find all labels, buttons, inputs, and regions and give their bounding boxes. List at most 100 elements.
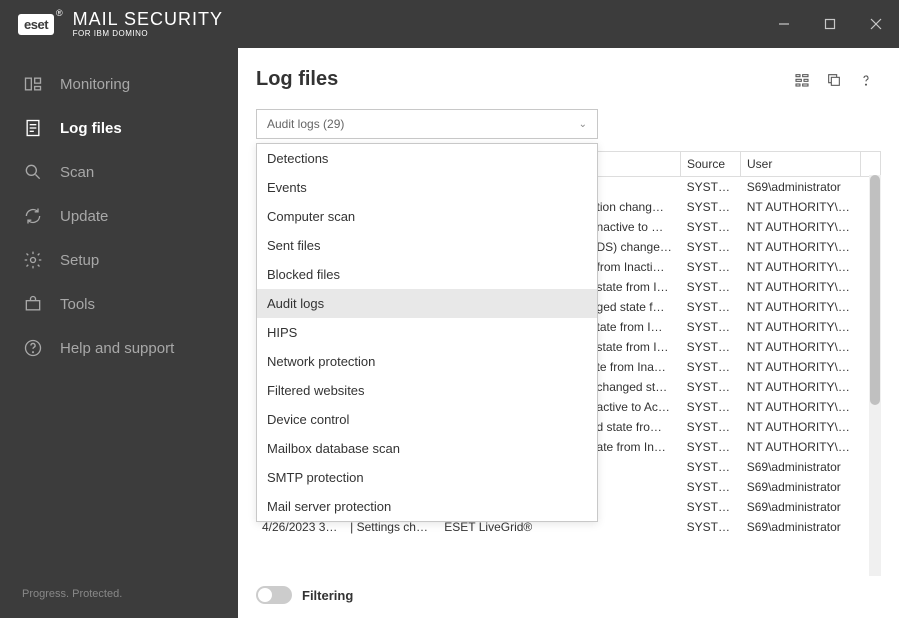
product-title: MAIL SECURITY FOR IBM DOMINO xyxy=(73,10,223,39)
log-type-dropdown: DetectionsEventsComputer scanSent filesB… xyxy=(256,143,598,522)
table-cell: SYSTEM xyxy=(681,417,741,437)
table-cell: NT AUTHORITY\SY… xyxy=(741,217,861,237)
table-cell: nactive to … xyxy=(591,217,681,237)
table-cell: NT AUTHORITY\SY… xyxy=(741,197,861,217)
table-cell: NT AUTHORITY\SY… xyxy=(741,417,861,437)
dropdown-item[interactable]: Detections xyxy=(257,144,597,173)
dropdown-item[interactable]: Events xyxy=(257,173,597,202)
table-cell: SYSTEM xyxy=(681,437,741,457)
table-cell: DS) change… xyxy=(591,237,681,257)
dropdown-item[interactable]: Network protection xyxy=(257,347,597,376)
table-cell: SYSTEM xyxy=(681,317,741,337)
main-panel: Log files Audit logs (29) ⌄ DetectionsEv… xyxy=(238,48,899,618)
table-cell: NT AUTHORITY\SY… xyxy=(741,337,861,357)
table-cell: NT AUTHORITY\SY… xyxy=(741,257,861,277)
sidebar-item-monitoring[interactable]: Monitoring xyxy=(0,62,238,106)
refresh-icon xyxy=(22,205,44,227)
table-cell: changed st… xyxy=(591,377,681,397)
dropdown-item[interactable]: Blocked files xyxy=(257,260,597,289)
sidebar-item-tools[interactable]: Tools xyxy=(0,282,238,326)
col-spare[interactable] xyxy=(861,152,881,177)
col-source[interactable]: Source xyxy=(681,152,741,177)
table-cell: SYSTEM xyxy=(681,377,741,397)
table-cell: tion chang… xyxy=(591,197,681,217)
minimize-button[interactable] xyxy=(761,0,807,48)
dropdown-item[interactable]: Mail server protection xyxy=(257,492,597,521)
main-header: Log files xyxy=(238,48,899,109)
sidebar-item-label: Tools xyxy=(60,296,95,313)
table-cell xyxy=(591,517,681,537)
table-cell: SYSTEM xyxy=(681,497,741,517)
sidebar-item-label: Log files xyxy=(60,120,122,137)
sidebar-item-scan[interactable]: Scan xyxy=(0,150,238,194)
table-cell: S69\administrator xyxy=(741,477,861,497)
dropdown-item[interactable]: Audit logs xyxy=(257,289,597,318)
table-cell: NT AUTHORITY\SY… xyxy=(741,437,861,457)
table-cell: SYSTEM xyxy=(681,217,741,237)
scrollbar-thumb[interactable] xyxy=(870,175,880,405)
toggle-knob xyxy=(258,588,272,602)
table-cell: NT AUTHORITY\SY… xyxy=(741,357,861,377)
table-cell: SYSTEM xyxy=(681,357,741,377)
dropdown-item[interactable]: Filtered websites xyxy=(257,376,597,405)
table-cell xyxy=(591,477,681,497)
footer-bar: Filtering xyxy=(238,576,899,618)
dropdown-item[interactable]: HIPS xyxy=(257,318,597,347)
product-sub: FOR IBM DOMINO xyxy=(73,30,223,39)
chevron-down-icon: ⌄ xyxy=(579,119,587,130)
maximize-button[interactable] xyxy=(807,0,853,48)
log-type-select-box[interactable]: Audit logs (29) ⌄ xyxy=(256,109,598,139)
table-cell: NT AUTHORITY\SY… xyxy=(741,277,861,297)
col-user[interactable]: User xyxy=(741,152,861,177)
table-cell: SYSTEM xyxy=(681,337,741,357)
sidebar-item-label: Monitoring xyxy=(60,76,130,93)
table-cell: NT AUTHORITY\SY… xyxy=(741,377,861,397)
sidebar-item-label: Setup xyxy=(60,252,99,269)
close-button[interactable] xyxy=(853,0,899,48)
table-cell: SYSTEM xyxy=(681,477,741,497)
table-cell: d state fro… xyxy=(591,417,681,437)
dropdown-item[interactable]: Device control xyxy=(257,405,597,434)
window-controls xyxy=(761,0,899,48)
sidebar-item-help[interactable]: Help and support xyxy=(0,326,238,370)
table-cell: S69\administrator xyxy=(741,517,861,537)
toolbox-icon xyxy=(22,293,44,315)
sidebar-item-label: Update xyxy=(60,208,108,225)
help-header-icon[interactable] xyxy=(857,71,875,89)
table-cell: NT AUTHORITY\SY… xyxy=(741,297,861,317)
table-scrollbar[interactable] xyxy=(869,175,881,576)
table-cell: NT AUTHORITY\SY… xyxy=(741,237,861,257)
sidebar: Monitoring Log files Scan Update Setup T… xyxy=(0,48,238,618)
table-cell: te from Ina… xyxy=(591,357,681,377)
product-main: MAIL SECURITY xyxy=(73,9,223,29)
table-cell: S69\administrator xyxy=(741,457,861,477)
table-cell: NT AUTHORITY\SY… xyxy=(741,397,861,417)
log-icon xyxy=(22,117,44,139)
view-options-icon[interactable] xyxy=(793,71,811,89)
dropdown-item[interactable]: Sent files xyxy=(257,231,597,260)
sidebar-item-update[interactable]: Update xyxy=(0,194,238,238)
table-cell: SYSTEM xyxy=(681,277,741,297)
registered-mark: ® xyxy=(56,8,63,18)
table-cell: SYSTEM xyxy=(681,177,741,197)
table-cell: state from I… xyxy=(591,337,681,357)
table-cell: tate from I… xyxy=(591,317,681,337)
table-cell: ged state f… xyxy=(591,297,681,317)
dropdown-item[interactable]: Computer scan xyxy=(257,202,597,231)
table-cell: SYSTEM xyxy=(681,297,741,317)
table-cell: S69\administrator xyxy=(741,177,861,197)
page-title: Log files xyxy=(256,68,338,91)
sidebar-item-setup[interactable]: Setup xyxy=(0,238,238,282)
copy-icon[interactable] xyxy=(825,71,843,89)
dropdown-item[interactable]: SMTP protection xyxy=(257,463,597,492)
filtering-toggle[interactable] xyxy=(256,586,292,604)
table-cell: S69\administrator xyxy=(741,497,861,517)
col-desc[interactable] xyxy=(591,152,681,177)
table-cell xyxy=(591,497,681,517)
sidebar-item-log-files[interactable]: Log files xyxy=(0,106,238,150)
table-cell: SYSTEM xyxy=(681,197,741,217)
sidebar-footer: Progress. Protected. xyxy=(0,570,238,618)
header-actions xyxy=(793,71,875,89)
gear-icon xyxy=(22,249,44,271)
dropdown-item[interactable]: Mailbox database scan xyxy=(257,434,597,463)
